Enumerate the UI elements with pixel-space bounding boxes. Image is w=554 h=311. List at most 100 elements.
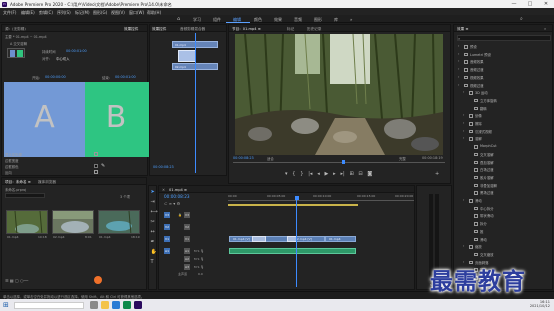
chevron-right-icon[interactable]: ›: [463, 244, 464, 248]
effects-panel-menu-icon[interactable]: »: [544, 27, 546, 31]
effects-tree-row[interactable]: 白场过渡: [458, 167, 553, 173]
effects-tree-row[interactable]: › 视频效果: [458, 75, 553, 81]
effects-tree-row[interactable]: › 滑动: [458, 198, 553, 204]
close-button[interactable]: ✕: [538, 0, 554, 8]
chevron-right-icon[interactable]: ›: [463, 113, 464, 117]
master-track-value[interactable]: 0.0: [198, 272, 203, 276]
ripple-edit-tool-icon[interactable]: ⟷: [151, 209, 158, 215]
workspace-effects[interactable]: 效果: [274, 17, 282, 23]
timeline-ruler[interactable]: [228, 200, 414, 201]
lift-icon[interactable]: ⊞: [349, 171, 353, 177]
effects-tree-row[interactable]: 非叠加溶解: [458, 183, 553, 189]
project-thumb-2[interactable]: [52, 210, 94, 234]
timeline-playhead[interactable]: [296, 197, 297, 287]
chevron-right-icon[interactable]: ›: [458, 52, 459, 56]
end-value[interactable]: 00:00:01:00: [115, 75, 136, 79]
export-frame-icon[interactable]: ◙: [367, 171, 372, 177]
add-button-icon[interactable]: +: [435, 171, 439, 177]
v3-source-patch[interactable]: V3: [164, 212, 170, 218]
project-thumb-1[interactable]: [6, 210, 48, 234]
start-value[interactable]: 00:00:00:00: [45, 75, 66, 79]
work-area-bar[interactable]: [228, 204, 358, 206]
timeline-settings-icon[interactable]: ⚙: [177, 201, 181, 206]
hand-tool-icon[interactable]: ✋: [151, 249, 157, 255]
chevron-right-icon[interactable]: ›: [463, 90, 464, 94]
effects-tree-row[interactable]: 交叉缩放: [458, 252, 553, 258]
program-timecode[interactable]: 00:00:08:23: [233, 156, 254, 160]
mark-out-icon[interactable]: {: [292, 171, 295, 177]
track-select-tool-icon[interactable]: ⇥: [151, 199, 155, 205]
chevron-right-icon[interactable]: ›: [463, 198, 464, 202]
timeline-close-icon[interactable]: ✕: [162, 188, 165, 192]
a1-mute-solo[interactable]: M S 🎙: [194, 249, 204, 253]
razor-tool-icon[interactable]: ✂: [151, 219, 155, 225]
a3-mute-solo[interactable]: M S 🎙: [194, 265, 204, 269]
type-tool-icon[interactable]: T: [151, 259, 154, 265]
workspace-assembly[interactable]: 组件: [213, 17, 221, 23]
mark-in-icon[interactable]: ▾: [285, 171, 288, 177]
chevron-right-icon[interactable]: ›: [458, 44, 459, 48]
tab-audio-mixer[interactable]: 音频剪辑混合器: [180, 27, 205, 32]
step-back-frame-icon[interactable]: ◂: [317, 171, 320, 177]
minimize-button[interactable]: —: [506, 0, 522, 8]
effects-tree-row[interactable]: › 3D 运动: [458, 90, 553, 96]
tab-effects-mini[interactable]: 效果控件: [152, 27, 166, 32]
taskbar-clock[interactable]: 16:11 2021/10/12: [520, 300, 550, 308]
a1-audio-clip[interactable]: [229, 248, 356, 254]
chevron-right-icon[interactable]: ›: [458, 83, 459, 87]
effects-tree-row[interactable]: 推: [458, 229, 553, 235]
snap-icon[interactable]: ⊂: [164, 201, 167, 206]
timeline-playhead-handle[interactable]: [294, 196, 299, 200]
add-marker-icon[interactable]: ▾: [173, 201, 175, 206]
mini-playhead[interactable]: [195, 33, 196, 173]
freeform-view-icon[interactable]: ▢: [15, 278, 19, 283]
workspace-learn[interactable]: 学习: [193, 17, 201, 23]
effects-tree-row[interactable]: MorphCut: [458, 144, 553, 150]
project-search-input[interactable]: [5, 193, 45, 198]
tab-effect-controls[interactable]: 效果控件: [124, 27, 138, 32]
task-view-icon[interactable]: [90, 301, 98, 309]
effects-tree-row[interactable]: › 预设: [458, 44, 553, 50]
workspace-libraries[interactable]: 库: [334, 17, 338, 23]
tab-program[interactable]: 节目：01.mp4 ≡: [232, 27, 261, 32]
v1-track-label[interactable]: V1: [184, 236, 190, 242]
program-fit-select[interactable]: 适合: [267, 156, 274, 161]
tab-sequence[interactable]: 01.mp4 ≡: [169, 188, 187, 192]
chevron-right-icon[interactable]: ›: [463, 136, 464, 140]
effects-tree-row[interactable]: 黑场过渡: [458, 190, 553, 196]
source-tab[interactable]: 源：(无剪辑): [5, 27, 26, 32]
effects-tree-row[interactable]: 中心拆分: [458, 206, 553, 212]
play-icon[interactable]: ▶: [325, 171, 329, 177]
duration-value[interactable]: 00:00:01:00: [66, 49, 87, 53]
chevron-right-icon[interactable]: ›: [458, 59, 459, 63]
effects-search-input[interactable]: [457, 35, 551, 41]
effects-tree-row[interactable]: › 沉浸式视频: [458, 129, 553, 135]
workspace-audio[interactable]: 音频: [294, 17, 302, 23]
effects-tree-row[interactable]: › 溶解: [458, 136, 553, 142]
project-thumb-3[interactable]: [98, 210, 140, 234]
effects-tree-row[interactable]: 带状滑动: [458, 213, 553, 219]
workspace-more[interactable]: »: [350, 17, 352, 22]
v2-source-patch[interactable]: V2: [164, 224, 170, 230]
program-quality-select[interactable]: 完整: [399, 156, 406, 161]
windows-start-icon[interactable]: ⊞: [3, 301, 9, 309]
premiere-taskbar-icon[interactable]: [134, 301, 142, 309]
tab-effects[interactable]: 效果 ≡: [457, 27, 468, 32]
v1-source-patch[interactable]: V1: [164, 236, 170, 242]
pen-tool-icon[interactable]: ✒: [151, 239, 155, 245]
selection-tool-icon[interactable]: ➤: [151, 189, 155, 195]
linked-selection-icon[interactable]: ∞: [169, 201, 172, 206]
mini-transition-block[interactable]: [178, 50, 196, 62]
chevron-right-icon[interactable]: ›: [458, 75, 459, 79]
search-icon[interactable]: ⌕: [520, 16, 523, 22]
a3-track-label[interactable]: A3: [184, 264, 190, 270]
tab-project[interactable]: 项目：未命名 ≡: [5, 180, 31, 185]
wechat-icon[interactable]: [123, 301, 131, 309]
effects-tree-row[interactable]: 胶片溶解: [458, 175, 553, 181]
v1-transition-1[interactable]: [252, 236, 266, 242]
effects-tree-row[interactable]: 翻转: [458, 106, 553, 112]
extract-icon[interactable]: ⊟: [358, 171, 362, 177]
chevron-right-icon[interactable]: ›: [463, 121, 464, 125]
program-scrubber[interactable]: [233, 162, 445, 163]
slip-tool-icon[interactable]: ↔: [151, 229, 155, 235]
